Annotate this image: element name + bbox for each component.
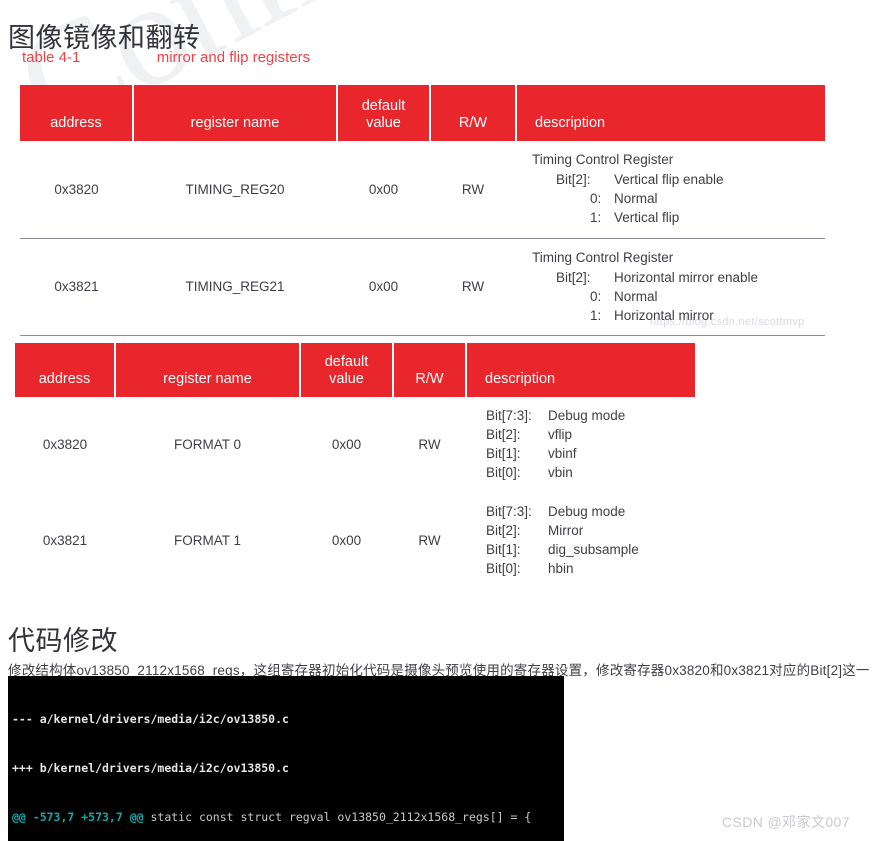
cell-rw: RW	[430, 141, 516, 239]
desc-label: Bit[2]:	[556, 172, 591, 188]
cell-rw: RW	[418, 532, 441, 548]
desc-value: Normal	[614, 288, 658, 304]
desc-value: Horizontal mirror enable	[614, 269, 759, 285]
desc-label: Bit[2]:	[556, 269, 591, 285]
col-header-description: description	[516, 85, 825, 141]
hunk-context: static const struct regval ov13850_2112x…	[143, 810, 532, 825]
table-caption-text: mirror and flip registers	[156, 49, 311, 66]
desc-label: Bit[0]:	[486, 561, 521, 577]
table-row: 0x3820 FORMAT 0 0x00 RW Bit[7:3]: Debug m…	[15, 397, 695, 493]
table-body: 0x3820 TIMING_REG20 0x00 RW Timing Contr…	[20, 141, 825, 337]
desc-row: Bit[7:3]: Debug mode	[482, 502, 695, 521]
table-caption: table 4-1 mirror and flip registers	[22, 49, 310, 66]
desc-row: 1: Vertical flip	[532, 208, 825, 227]
cell-address: 0x3820	[20, 141, 133, 239]
col-header-rw: R/W	[393, 343, 467, 397]
desc-value: Normal	[614, 191, 658, 207]
desc-row: Bit[0]: vbin	[482, 463, 695, 482]
desc-value: hbin	[548, 561, 574, 577]
mirror-flip-register-table: address register name default value R/W …	[20, 85, 825, 337]
diff-line-hunk-header: @@ -573,7 +573,7 @@ static const struct …	[12, 809, 564, 825]
default-value-line2: value	[366, 114, 401, 131]
table-body: 0x3820 FORMAT 0 0x00 RW Bit[7:3]: Debug m…	[15, 397, 695, 588]
col-header-default-value: default value	[337, 85, 431, 141]
col-header-rw: R/W	[430, 85, 517, 141]
table-header-row: address register name default value R/W …	[15, 343, 695, 397]
cell-address: 0x3821	[42, 532, 88, 548]
cell-rw: RW	[430, 238, 516, 337]
cell-default-value: 0x00	[337, 238, 430, 337]
cell-register-name: FORMAT 1	[173, 532, 241, 548]
desc-row: Bit[7:3]: Debug mode	[482, 406, 695, 425]
default-value-line1: default	[324, 353, 369, 370]
col-header-description: description	[466, 343, 695, 397]
table-header-row: address register name default value R/W …	[20, 85, 825, 141]
desc-row: 0: Normal	[532, 189, 825, 208]
desc-row: Bit[2]: vflip	[482, 425, 695, 444]
desc-value: dig_subsample	[548, 541, 639, 557]
section-title-code-modification: 代码修改	[8, 626, 118, 657]
diff-line-old-file: --- a/kernel/drivers/media/i2c/ov13850.c	[12, 711, 289, 726]
cell-default-value: 0x00	[331, 532, 362, 548]
diff-line-new-file: +++ b/kernel/drivers/media/i2c/ov13850.c	[12, 761, 289, 776]
desc-value: Vertical flip	[614, 210, 680, 226]
desc-label: Bit[7:3]:	[486, 503, 532, 519]
csdn-watermark: CSDN @邓家文007	[722, 814, 850, 830]
desc-value: Debug mode	[548, 408, 626, 423]
desc-label: 1:	[590, 308, 602, 324]
col-header-address: address	[20, 85, 134, 141]
col-header-default-value: default value	[300, 343, 394, 397]
desc-value: vbin	[548, 465, 573, 481]
col-header-register-name: register name	[133, 85, 338, 141]
desc-label: Bit[1]:	[486, 541, 521, 557]
cell-register-name: FORMAT 0	[173, 437, 241, 453]
desc-label: Bit[2]:	[486, 427, 521, 443]
hunk-marker: @@ -573,7 +573,7 @@	[12, 810, 144, 825]
default-value-line1: default	[361, 97, 406, 114]
desc-label: 1:	[590, 210, 602, 226]
desc-label: Bit[2]:	[486, 522, 521, 538]
default-value-line2: value	[329, 370, 364, 387]
desc-row: Bit[2]: Mirror	[482, 521, 695, 540]
desc-title: Timing Control Register	[532, 249, 674, 265]
cell-description: Bit[7:3]: Debug mode Bit[2]: vflip Bit[1]:…	[466, 397, 695, 493]
table-row: 0x3820 TIMING_REG20 0x00 RW Timing Contr…	[20, 141, 825, 239]
cell-default-value: 0x00	[331, 437, 362, 453]
diff-code-block[interactable]: --- a/kernel/drivers/media/i2c/ov13850.c…	[8, 676, 564, 841]
desc-label: Bit[1]:	[486, 446, 521, 462]
desc-row: Bit[2]: Vertical flip enable	[532, 170, 825, 189]
desc-row: Bit[0]: hbin	[482, 559, 695, 578]
desc-value: Mirror	[548, 522, 584, 538]
desc-value: vflip	[548, 427, 573, 443]
cell-address: 0x3821	[20, 238, 133, 337]
cell-address: 0x3820	[42, 437, 88, 453]
desc-value: Debug mode	[548, 503, 626, 519]
desc-title: Timing Control Register	[532, 152, 674, 167]
desc-row: Bit[1]: dig_subsample	[482, 540, 695, 559]
desc-label: Bit[0]:	[486, 465, 521, 481]
cell-register-name: TIMING_REG20	[133, 141, 337, 239]
desc-label: 0:	[590, 191, 602, 207]
format-register-table: address register name default value R/W …	[15, 343, 695, 588]
cell-description: Bit[7:3]: Debug mode Bit[2]: Mirror Bit[1]…	[466, 493, 695, 589]
desc-row: Bit[1]: vbinf	[482, 444, 695, 463]
cell-description: Timing Control Register Bit[2]: Vertical …	[516, 141, 825, 239]
cell-rw: RW	[418, 437, 441, 453]
desc-row: Bit[2]: Horizontal mirror enable	[532, 268, 825, 287]
desc-value: vbinf	[548, 446, 577, 462]
desc-label: Bit[7:3]:	[486, 408, 532, 423]
col-header-register-name: register name	[115, 343, 301, 397]
table-caption-label: table 4-1	[22, 49, 81, 66]
col-header-address: address	[15, 343, 116, 397]
cell-default-value: 0x00	[337, 141, 430, 239]
cell-register-name: TIMING_REG21	[133, 238, 337, 337]
desc-label: 0:	[590, 288, 602, 304]
desc-row: 0: Normal	[532, 287, 825, 306]
desc-value: Vertical flip enable	[614, 172, 724, 188]
table-row: 0x3821 FORMAT 1 0x00 RW Bit[7:3]: Debug m…	[15, 493, 695, 589]
blog-url-watermark: https://blog.csdn.net/scottmvp	[650, 316, 805, 328]
